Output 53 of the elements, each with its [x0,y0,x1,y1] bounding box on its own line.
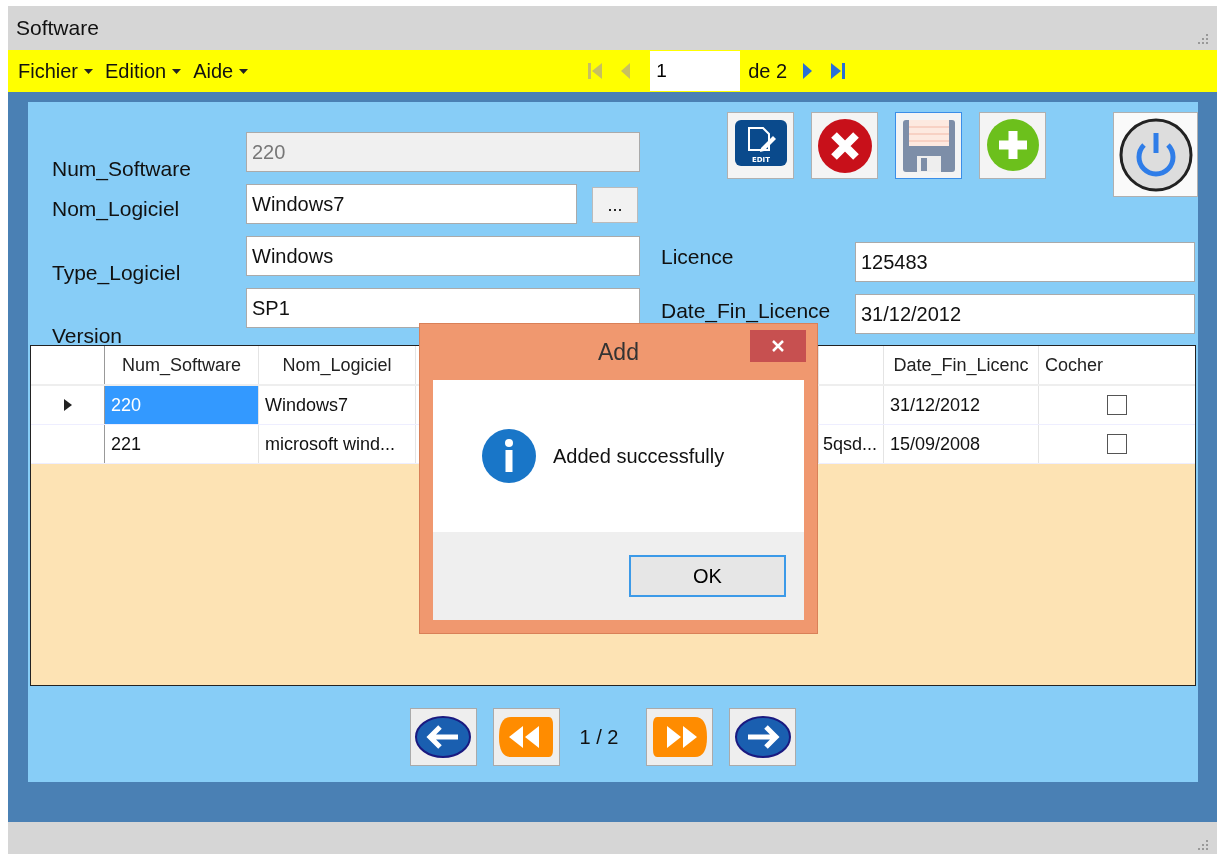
close-button[interactable] [750,330,806,362]
rewind-icon [497,714,556,760]
fast-forward-icon [650,714,709,760]
browse-button[interactable]: ... [592,187,638,223]
close-icon [771,339,785,353]
caret-icon [239,68,249,74]
menu-item[interactable]: Fichier [12,59,99,83]
record-count: de 2 [748,59,788,83]
field-label: Nom_Logiciel [52,197,181,221]
menu-item[interactable]: Edition [99,59,188,83]
text-field[interactable]: SP1 [246,288,640,328]
column-header[interactable]: Cocher [1039,346,1195,384]
field-label: Type_Logiciel [52,261,182,285]
text-field[interactable]: 31/12/2012 [855,294,1195,334]
checkbox[interactable] [1107,434,1127,454]
table-cell[interactable]: 221 [105,425,259,463]
dialog-message: Added successfully [553,444,725,468]
field-label: Date_Fin_Licence [661,299,832,323]
page-indicator: 1 / 2 [579,725,619,749]
caret-icon [84,68,93,74]
table-cell: microsoft wind... [259,425,416,463]
fast-forward-button[interactable] [646,708,714,766]
last-record-icon[interactable] [829,61,848,81]
text-field[interactable]: Windows7 [246,184,577,224]
save-button[interactable] [895,112,962,179]
delete-button[interactable] [811,112,878,179]
table-cell: Windows7 [259,386,416,424]
add-button[interactable] [979,112,1046,179]
column-header[interactable]: Nom_Logiciel [259,346,416,384]
field-label: Licence [661,245,735,269]
text-field[interactable]: 125483 [855,242,1195,282]
ok-button[interactable]: OK [629,555,786,597]
resize-grip-icon [1195,33,1209,47]
caret-icon [172,68,182,74]
previous-button[interactable] [409,708,477,766]
dialog-title: Add [598,338,639,366]
info-icon [481,428,537,484]
menu-item[interactable]: Aide [187,59,255,83]
field-label: Version [52,324,124,348]
checkbox[interactable] [1107,395,1127,415]
position-field[interactable]: 1 [650,51,741,91]
table-cell: 31/12/2012 [884,386,1039,424]
text-field[interactable]: Windows [246,236,640,276]
resize-grip-icon [1195,839,1209,853]
table-cell: 15/09/2008 [884,425,1039,463]
table-cell: 5qsd... [822,433,877,455]
field-label: Num_Software [52,157,192,181]
column-header[interactable]: Num_Software [105,346,259,384]
window-title: Software [16,16,99,40]
column-header[interactable]: Date_Fin_Licenc [884,346,1039,384]
next-button[interactable] [729,708,797,766]
power-button[interactable] [1113,112,1198,197]
rewind-button[interactable] [492,708,560,766]
